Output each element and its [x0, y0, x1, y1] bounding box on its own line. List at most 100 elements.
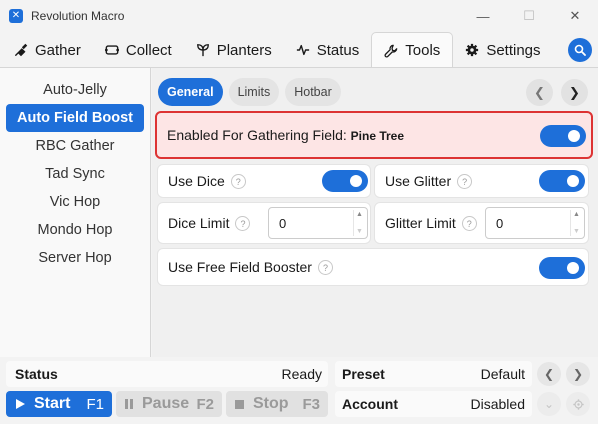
window-controls: — ☐ ✕ [460, 0, 598, 32]
tab-settings[interactable]: Settings [453, 32, 552, 68]
ticket-icon [104, 45, 119, 55]
chevron-right-icon: ❯ [569, 84, 580, 100]
use-glitter-toggle[interactable] [539, 170, 585, 192]
stop-label: Stop [253, 395, 289, 412]
spin-up-icon[interactable]: ▲ [356, 211, 363, 218]
tab-status-label: Status [316, 41, 360, 59]
close-button[interactable]: ✕ [552, 0, 598, 32]
enabled-field-toggle[interactable] [540, 125, 586, 147]
next-preset-button[interactable]: ❯ [566, 362, 590, 386]
stop-button[interactable]: Stop F3 [226, 391, 328, 417]
help-icon[interactable]: ? [235, 216, 251, 232]
glitter-limit-text: Glitter Limit [385, 214, 456, 231]
account-panel: Account Disabled [335, 391, 532, 417]
chevron-left-icon: ❮ [534, 84, 545, 100]
tab-status[interactable]: Status [284, 32, 372, 68]
search-icon [574, 44, 586, 56]
account-value: Disabled [470, 396, 525, 412]
sidebar-item-auto-field-boost[interactable]: Auto Field Boost [6, 104, 144, 132]
help-icon[interactable]: ? [457, 174, 473, 190]
use-dice-label: Use Dice? [168, 173, 246, 190]
subtab-limits[interactable]: Limits [228, 78, 280, 106]
sidebar-item-mondo-hop[interactable]: Mondo Hop [6, 216, 144, 244]
sidebar-item-rbc-gather[interactable]: RBC Gather [6, 132, 144, 160]
status-value: Ready [281, 366, 322, 382]
help-icon[interactable]: ? [317, 260, 333, 276]
pulse-icon [296, 44, 309, 56]
pause-button[interactable]: Pause F2 [116, 391, 222, 417]
glitter-limit-input[interactable]: 0 ▲ ▼ [485, 207, 585, 239]
free-field-booster-card: Use Free Field Booster? [157, 248, 589, 286]
bottom-bar: Status Ready Start F1 Pause F2 Stop F3 P… [0, 357, 598, 424]
dice-limit-label: Dice Limit? [168, 214, 251, 232]
prev-page-button[interactable]: ❮ [526, 79, 553, 106]
tab-tools[interactable]: Tools [371, 32, 454, 68]
free-field-booster-toggle[interactable] [539, 257, 585, 279]
status-panel: Status Ready [6, 361, 328, 387]
pause-icon [124, 398, 134, 410]
tab-tools-label: Tools [405, 42, 441, 59]
pause-hotkey: F2 [196, 395, 214, 413]
tab-gather-label: Gather [35, 41, 81, 59]
spin-up-icon[interactable]: ▲ [573, 211, 580, 218]
tab-collect[interactable]: Collect [93, 32, 184, 68]
dice-limit-value: 0 [279, 216, 287, 231]
chevron-right-icon: ❯ [572, 367, 584, 381]
glitter-limit-label: Glitter Limit? [385, 215, 477, 232]
status-label: Status [15, 366, 58, 382]
title-bar: ✕ Revolution Macro — ☐ ✕ [0, 0, 598, 32]
pause-label: Pause [142, 395, 190, 412]
tab-gather[interactable]: Gather [2, 32, 93, 68]
tab-planters[interactable]: Planters [184, 32, 284, 68]
use-dice-toggle[interactable] [322, 170, 368, 192]
stop-icon [234, 399, 245, 410]
spin-down-icon[interactable]: ▼ [356, 228, 363, 235]
sidebar-item-tad-sync[interactable]: Tad Sync [6, 160, 144, 188]
help-icon[interactable]: ? [461, 216, 477, 232]
play-icon [14, 398, 26, 410]
use-dice-text: Use Dice [168, 172, 225, 189]
maximize-button[interactable]: ☐ [506, 0, 552, 32]
tab-collect-label: Collect [125, 41, 172, 59]
sidebar-item-server-hop[interactable]: Server Hop [6, 244, 144, 272]
content-area: Auto-Jelly Auto Field Boost RBC Gather T… [0, 67, 598, 357]
start-button[interactable]: Start F1 [6, 391, 112, 417]
account-settings-button[interactable] [566, 392, 590, 416]
shovel-icon [15, 43, 28, 57]
tab-settings-label: Settings [486, 41, 541, 59]
spin-down-icon[interactable]: ▼ [573, 228, 580, 235]
subtab-hotbar[interactable]: Hotbar [285, 78, 341, 106]
dice-limit-card: Dice Limit? 0 ▲ ▼ [157, 202, 371, 244]
tools-sidebar: Auto-Jelly Auto Field Boost RBC Gather T… [0, 68, 151, 357]
use-dice-card: Use Dice? [157, 164, 371, 198]
chevron-down-icon: ⌄ [543, 397, 555, 411]
gear-icon [572, 398, 584, 410]
account-dropdown-button[interactable]: ⌄ [537, 392, 561, 416]
enabled-field-card: Enabled For Gathering Field: Pine Tree [155, 111, 593, 159]
sidebar-item-auto-jelly[interactable]: Auto-Jelly [6, 76, 144, 104]
use-glitter-card: Use Glitter? [374, 164, 589, 198]
chevron-left-icon: ❮ [543, 367, 555, 381]
start-hotkey: F1 [86, 395, 104, 413]
enabled-field-label: Enabled For Gathering Field: Pine Tree [167, 127, 404, 143]
subtab-general[interactable]: General [158, 78, 223, 106]
next-page-button[interactable]: ❯ [561, 79, 588, 106]
help-icon[interactable]: ? [230, 174, 246, 190]
gear-icon [466, 43, 479, 57]
sprout-icon [196, 44, 209, 57]
dice-limit-spinner: ▲ ▼ [353, 210, 365, 236]
glitter-limit-spinner: ▲ ▼ [570, 210, 582, 236]
sidebar-item-vic-hop[interactable]: Vic Hop [6, 188, 144, 216]
tab-planters-label: Planters [216, 41, 272, 59]
app-logo-icon: ✕ [9, 9, 23, 23]
dice-limit-input[interactable]: 0 ▲ ▼ [268, 207, 368, 239]
preset-value: Default [480, 366, 525, 382]
minimize-button[interactable]: — [460, 0, 506, 32]
glitter-limit-card: Glitter Limit? 0 ▲ ▼ [374, 202, 589, 244]
preset-label: Preset [342, 366, 385, 382]
prev-preset-button[interactable]: ❮ [537, 362, 561, 386]
account-label: Account [342, 396, 398, 412]
dice-limit-text: Dice Limit [168, 214, 230, 231]
use-glitter-label: Use Glitter? [385, 173, 473, 190]
search-button[interactable] [568, 38, 592, 62]
